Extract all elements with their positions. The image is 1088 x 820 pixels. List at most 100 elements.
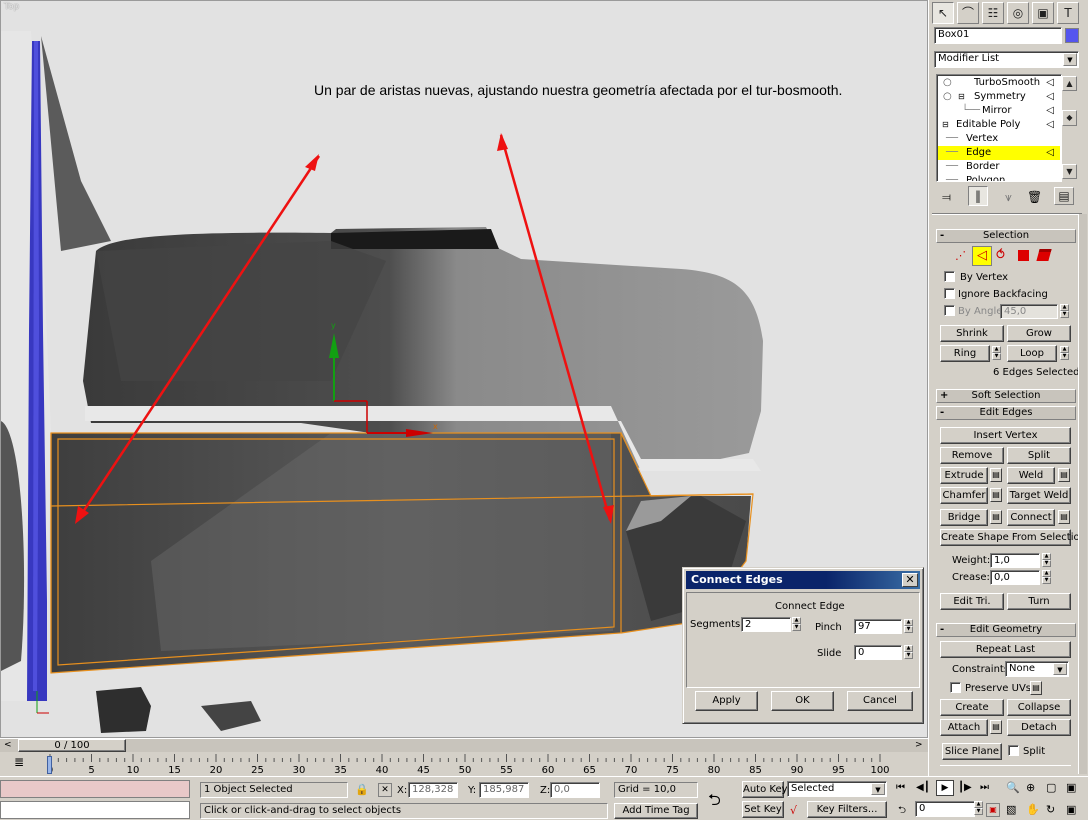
split-checkbox[interactable] [1008, 745, 1019, 756]
insert-vertex-button[interactable]: Insert Vertex [940, 427, 1071, 444]
scroll-up-icon[interactable]: ▲ [1062, 76, 1077, 91]
current-frame-spinner[interactable]: ▲ ▼ [974, 801, 983, 816]
slide-field[interactable]: 0 [854, 645, 902, 660]
by-angle-checkbox[interactable] [944, 305, 955, 316]
zoom-extents-icon[interactable]: ▢ [1046, 781, 1056, 794]
detach-button[interactable]: Detach [1007, 719, 1071, 736]
field-of-view-icon[interactable]: ▧ [1006, 803, 1016, 816]
configure-sets-icon[interactable]: ▤ [1054, 187, 1074, 205]
create-button[interactable]: Create [940, 699, 1004, 716]
constraints-dropdown[interactable]: None ▼ [1005, 661, 1069, 677]
modify-tab-icon[interactable]: ⌒ [957, 2, 979, 24]
stack-item-mirror[interactable]: └── Mirror ◁ [938, 104, 1060, 118]
pinch-field[interactable]: 97 [854, 619, 902, 634]
add-time-tag-button[interactable]: Add Time Tag [614, 803, 698, 819]
ring-button[interactable]: Ring [940, 345, 990, 362]
bulb-icon[interactable]: ○ [943, 90, 952, 104]
pin-stack-icon[interactable]: ⫤ [942, 190, 951, 205]
pinch-spinner[interactable]: ▲ ▼ [904, 619, 913, 634]
object-name-field[interactable]: Box01 [934, 27, 1062, 44]
split-button[interactable]: Split [1007, 447, 1071, 464]
by-vertex-checkbox[interactable] [944, 271, 955, 282]
by-angle-spinner[interactable]: ▲ ▼ [1060, 304, 1069, 319]
utilities-tab-icon[interactable]: T [1057, 2, 1079, 24]
command-panel-scrollbar[interactable] [1078, 214, 1087, 774]
stack-scrollbar[interactable]: ▲ ◆ ▼ [1062, 74, 1078, 182]
selection-rollout-header[interactable]: - Selection [936, 229, 1076, 243]
selection-set-dropdown[interactable]: Selected ▼ [787, 781, 887, 797]
stack-item-symmetry[interactable]: ○ ⊟ Symmetry ◁ [938, 90, 1060, 104]
cancel-button[interactable]: Cancel [847, 691, 913, 711]
edit-edges-rollout-header[interactable]: - Edit Edges [936, 406, 1076, 420]
time-cursor[interactable] [47, 756, 52, 774]
segments-field[interactable]: 2 [741, 617, 791, 632]
create-tab-icon[interactable]: ↖ [932, 2, 954, 24]
show-end-result-icon[interactable]: ◁ [1046, 90, 1054, 104]
stack-item-polygon[interactable]: ── Polygon [938, 174, 1060, 181]
ok-button[interactable]: OK [771, 691, 834, 711]
apply-button[interactable]: Apply [695, 691, 758, 711]
key-filters-button[interactable]: Key Filters... [807, 801, 887, 818]
lock-icon[interactable]: 🔒 [355, 783, 369, 796]
make-unique-icon[interactable]: ⩛ [1005, 190, 1012, 205]
segments-spinner[interactable]: ▲ ▼ [792, 617, 801, 632]
scroll-down-icon[interactable]: ▼ [1062, 164, 1077, 179]
motion-tab-icon[interactable]: ◎ [1007, 2, 1029, 24]
key-icon[interactable]: ⮌ [708, 789, 721, 816]
zoom-all-icon[interactable]: ⊕ [1026, 781, 1035, 794]
modifier-stack[interactable]: ○ TurboSmooth ◁ ○ ⊟ Symmetry ◁ └── Mirro… [936, 74, 1062, 182]
connect-button[interactable]: Connect [1007, 509, 1055, 526]
repeat-last-button[interactable]: Repeat Last [940, 641, 1071, 658]
slide-spinner[interactable]: ▲ ▼ [904, 645, 913, 660]
z-coordinate-field[interactable]: 0,0 [550, 782, 600, 798]
pin-icon[interactable]: ◆ [1062, 110, 1077, 126]
set-key-button[interactable]: Set Key [742, 801, 784, 818]
shrink-button[interactable]: Shrink [940, 325, 1004, 342]
attach-button[interactable]: Attach [940, 719, 988, 736]
collapse-button[interactable]: Collapse [1007, 699, 1071, 716]
weld-settings-icon[interactable]: ▤ [1058, 468, 1070, 482]
connect-settings-icon[interactable]: ▤ [1058, 510, 1070, 524]
collapse-icon[interactable]: ⊟ [942, 118, 949, 132]
ring-spinner[interactable]: ▲ ▼ [992, 346, 1001, 361]
zoom-extents-all-icon[interactable]: ▣ [1066, 781, 1076, 794]
show-end-result-toggle-icon[interactable]: ‖ [968, 186, 988, 206]
set-keys-curve-icon[interactable]: √ [790, 804, 797, 817]
pan-icon[interactable]: ✋ [1026, 803, 1040, 816]
create-shape-button[interactable]: Create Shape From Selection [940, 529, 1086, 546]
go-to-start-icon[interactable]: ⏮ [896, 782, 905, 793]
chamfer-settings-icon[interactable]: ▤ [990, 488, 1002, 502]
crease-field[interactable]: 0,0 [990, 570, 1040, 585]
time-prev-icon[interactable]: < [4, 740, 12, 750]
attach-settings-icon[interactable]: ▤ [990, 720, 1002, 734]
zoom-icon[interactable]: 🔍 [1006, 781, 1020, 794]
vertex-mode-icon[interactable]: ⋰ [955, 249, 966, 262]
loop-spinner[interactable]: ▲ ▼ [1060, 346, 1069, 361]
bulb-icon[interactable]: ○ [943, 76, 952, 90]
connect-edges-dialog[interactable]: Connect Edges ✕ Connect Edge Segments: 2… [682, 567, 924, 724]
arc-rotate-icon[interactable]: ↻ [1046, 803, 1055, 816]
key-mode-icon[interactable]: ⮌ [898, 803, 906, 820]
show-end-result-icon[interactable]: ◁ [1046, 146, 1054, 160]
stack-item-border[interactable]: ── Border [938, 160, 1060, 174]
show-end-result-icon[interactable]: ◁ [1046, 104, 1054, 118]
weight-field[interactable]: 1,0 [990, 553, 1040, 568]
bridge-settings-icon[interactable]: ▤ [990, 510, 1002, 524]
extrude-settings-icon[interactable]: ▤ [990, 468, 1002, 482]
remove-button[interactable]: Remove [940, 447, 1004, 464]
dialog-title-bar[interactable]: Connect Edges ✕ [686, 571, 920, 589]
track-bar[interactable]: ≣ 05101520253035404550556065707580859095… [0, 752, 928, 776]
stack-item-editable-poly[interactable]: ⊟ Editable Poly ◁ [938, 118, 1060, 132]
hierarchy-tab-icon[interactable]: ☷ [982, 2, 1004, 24]
maxscript-listener[interactable] [0, 780, 190, 798]
modifier-list-dropdown[interactable]: Modifier List ▼ [934, 51, 1079, 68]
show-end-result-icon[interactable]: ◁ [1046, 76, 1054, 90]
weight-spinner[interactable]: ▲ ▼ [1042, 553, 1051, 568]
maximize-viewport-icon[interactable]: ▣ [1066, 803, 1076, 816]
previous-frame-icon[interactable]: ◀┃ [916, 782, 930, 793]
turn-button[interactable]: Turn [1007, 593, 1071, 610]
preserve-uvs-settings-icon[interactable]: ▤ [1030, 681, 1042, 695]
time-slider[interactable]: < 0 / 100 > [0, 738, 928, 752]
loop-button[interactable]: Loop [1007, 345, 1057, 362]
time-next-icon[interactable]: > [915, 740, 923, 750]
